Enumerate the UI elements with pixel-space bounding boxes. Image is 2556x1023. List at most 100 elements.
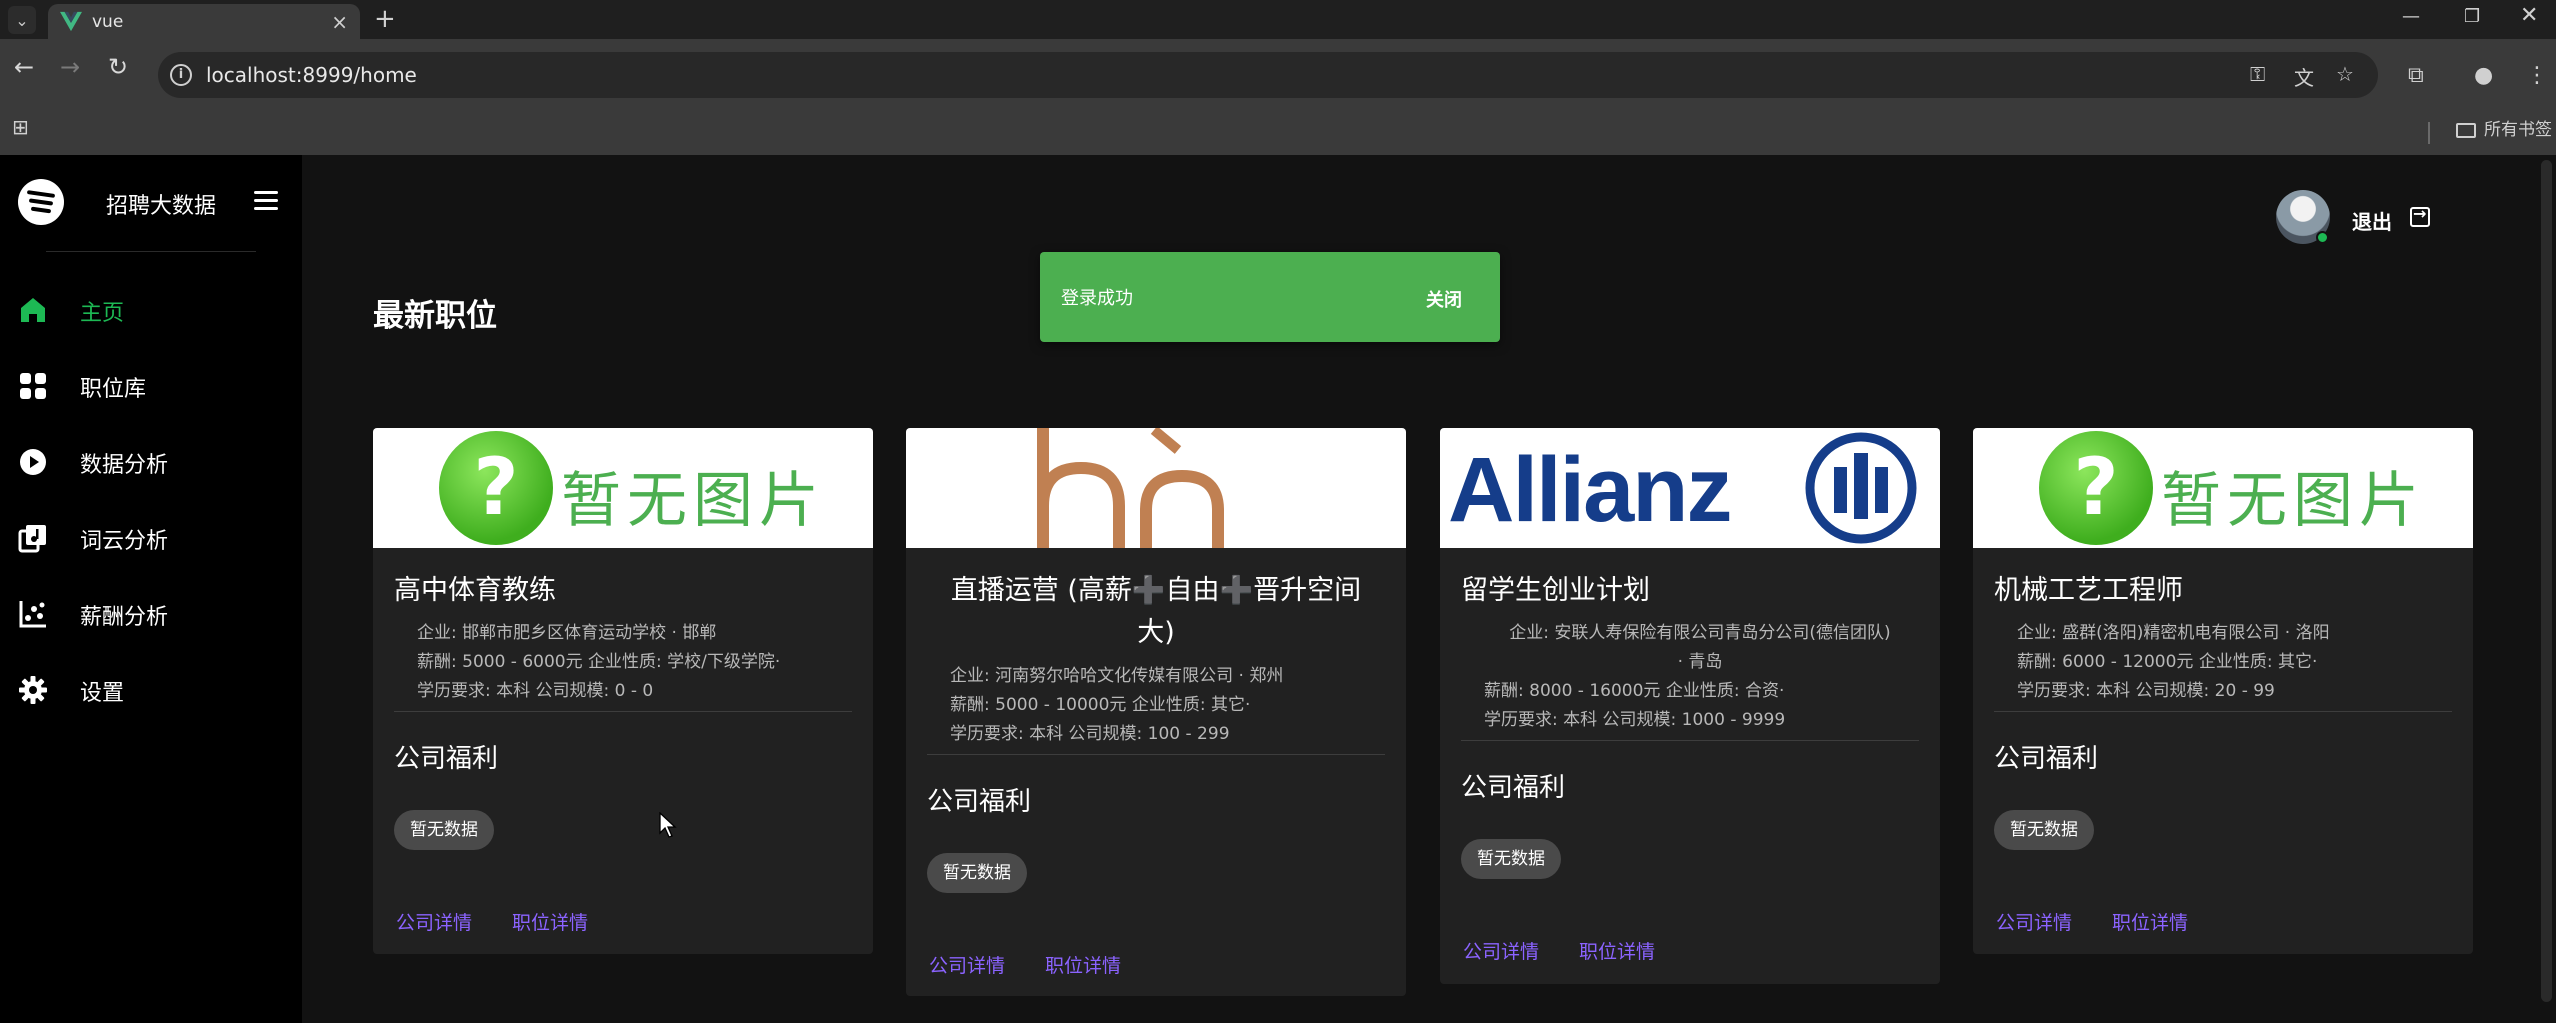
salary-info: 薪酬: 5000 - 6000元 企业性质: 学校/下级学院· [417, 652, 781, 672]
new-tab-icon[interactable]: + [374, 4, 396, 34]
bookmarks-bar [0, 113, 2556, 155]
job-title-line: 直播运营 (高薪➕自由➕晋升空间 [950, 575, 1362, 606]
scatter-chart-icon [19, 601, 46, 628]
divider [46, 251, 256, 252]
job-detail-link[interactable]: 职位详情 [2112, 908, 2188, 935]
company-city: · 青岛 [1677, 652, 1723, 672]
welfare-chip: 暂无数据 [927, 853, 1027, 893]
card-divider [927, 754, 1385, 755]
job-card[interactable]: 直播运营 (高薪➕自由➕晋升空间 大) 企业: 河南努尔哈哈文化传媒有限公司 ·… [906, 428, 1406, 996]
bookmarks-separator [2428, 122, 2430, 144]
site-info-icon[interactable]: i [170, 64, 192, 86]
toast-notification: 登录成功 关闭 [1040, 252, 1500, 342]
allianz-eagle-logo-icon [1805, 432, 1917, 544]
mouse-cursor-icon [659, 812, 677, 838]
spotify-logo-icon [18, 179, 64, 225]
welfare-title: 公司福利 [1994, 744, 2099, 774]
job-title-line: 大) [1137, 617, 1175, 648]
job-title: 机械工艺工程师 [1994, 575, 2183, 606]
sidebar-item-label: 词云分析 [80, 529, 169, 554]
url-input[interactable]: i localhost:8999/home ⚿ 文 ☆ [158, 52, 2378, 98]
company-detail-link[interactable]: 公司详情 [1463, 937, 1539, 964]
minimize-icon[interactable]: — [2402, 6, 2420, 27]
question-mark: ? [473, 443, 519, 533]
company-detail-link[interactable]: 公司详情 [396, 908, 472, 935]
company-detail-link[interactable]: 公司详情 [1996, 908, 2072, 935]
education-info: 学历要求: 本科 公司规模: 0 - 0 [417, 681, 654, 701]
job-title: 直播运营 (高薪➕自由➕晋升空间 大) [926, 570, 1386, 654]
no-image-text: 暂无图片 [2161, 466, 2425, 536]
job-card[interactable]: Allianz 留学生创业计划 企业: 安联人寿保险有限公司青岛分公司(德信团队… [1440, 428, 1940, 984]
sidebar-item-jobs[interactable]: 职位库 [0, 361, 302, 411]
all-bookmarks-label: 所有书签 [2484, 120, 2552, 140]
gear-icon [19, 676, 47, 704]
menu-toggle-icon[interactable] [254, 191, 278, 211]
sidebar-item-salary[interactable]: 薪酬分析 [0, 589, 302, 639]
url-text: localhost:8999/home [206, 63, 417, 87]
job-card[interactable]: ? 暂无图片 高中体育教练 企业: 邯郸市肥乡区体育运动学校 · 邯郸 薪酬: … [373, 428, 873, 954]
logout-button[interactable]: 退出 [2352, 206, 2392, 235]
translate-icon[interactable]: 文 [2294, 62, 2314, 91]
toast-close-button[interactable]: 关闭 [1426, 286, 1462, 312]
sidebar-item-settings[interactable]: 设置 [0, 665, 302, 715]
welfare-chip: 暂无数据 [394, 810, 494, 850]
job-image [906, 428, 1406, 548]
salary-info: 薪酬: 8000 - 16000元 企业性质: 合资· [1484, 681, 1785, 701]
sidebar: 招聘大数据 主页 职位库 数据分析 词云分析 薪酬分析 设置 [0, 155, 302, 1023]
company-info: 企业: 安联人寿保险有限公司青岛分公司(德信团队) [1509, 623, 1891, 643]
sidebar-item-label: 薪酬分析 [80, 605, 169, 630]
tab-close-icon[interactable]: × [331, 10, 348, 34]
job-detail-link[interactable]: 职位详情 [1579, 937, 1655, 964]
welfare-chip: 暂无数据 [1994, 810, 2094, 850]
more-menu-icon[interactable]: ⋮ [2526, 63, 2548, 88]
job-detail-link[interactable]: 职位详情 [1045, 951, 1121, 978]
job-detail-link[interactable]: 职位详情 [512, 908, 588, 935]
welfare-chip: 暂无数据 [1461, 839, 1561, 879]
sidebar-item-wordcloud[interactable]: 词云分析 [0, 513, 302, 563]
sidebar-item-data-analysis[interactable]: 数据分析 [0, 437, 302, 487]
no-image-text: 暂无图片 [561, 466, 825, 536]
brand-title: 招聘大数据 [106, 194, 217, 219]
apps-grid-icon[interactable]: ⊞ [12, 115, 29, 139]
tab-search-button[interactable]: ⌄ [8, 6, 36, 34]
grid-icon [20, 373, 46, 399]
play-circle-icon [20, 449, 46, 475]
company-info: 企业: 河南努尔哈哈文化传媒有限公司 · 郑州 [950, 666, 1284, 686]
job-title: 高中体育教练 [394, 575, 556, 606]
extensions-icon[interactable]: ⧉ [2408, 63, 2424, 88]
restore-icon[interactable]: ❐ [2464, 6, 2480, 27]
browser-tab[interactable]: vue × [48, 4, 360, 39]
welfare-title: 公司福利 [1461, 773, 1566, 803]
job-image: Allianz [1440, 428, 1940, 548]
bookmark-star-icon[interactable]: ☆ [2336, 62, 2354, 86]
salary-info: 薪酬: 6000 - 12000元 企业性质: 其它· [2017, 652, 2318, 672]
music-library-icon [18, 525, 46, 553]
password-key-icon[interactable]: ⚿ [2250, 62, 2265, 86]
browser-tab-strip: ⌄ vue × + — ❐ ✕ [0, 0, 2556, 39]
job-title: 留学生创业计划 [1461, 575, 1650, 606]
vue-logo-icon [60, 11, 82, 32]
company-detail-link[interactable]: 公司详情 [929, 951, 1005, 978]
sidebar-item-home[interactable]: 主页 [0, 285, 302, 335]
sidebar-item-label: 主页 [80, 301, 125, 326]
profile-icon[interactable]: ● [2474, 63, 2493, 88]
all-bookmarks-button[interactable]: 所有书签 [2456, 115, 2552, 140]
back-icon[interactable]: ← [14, 53, 34, 81]
card-divider [1461, 740, 1919, 741]
welfare-title: 公司福利 [927, 787, 1032, 817]
education-info: 学历要求: 本科 公司规模: 20 - 99 [2017, 681, 2275, 701]
allianz-wordmark: Allianz [1448, 439, 1732, 541]
forward-icon[interactable]: → [60, 53, 80, 81]
job-image: ? 暂无图片 [373, 428, 873, 548]
folder-icon [2456, 122, 2476, 138]
close-window-icon[interactable]: ✕ [2520, 3, 2538, 28]
logout-icon[interactable] [2410, 204, 2430, 227]
sidebar-item-label: 设置 [80, 681, 125, 706]
card-divider [1994, 711, 2452, 712]
job-card[interactable]: ? 暂无图片 机械工艺工程师 企业: 盛群(洛阳)精密机电有限公司 · 洛阳 薪… [1973, 428, 2473, 954]
welfare-title: 公司福利 [394, 744, 499, 774]
scrollbar-thumb[interactable] [2541, 160, 2552, 1002]
job-image: ? 暂无图片 [1973, 428, 2473, 548]
page-title: 最新职位 [373, 298, 497, 334]
reload-icon[interactable]: ↻ [108, 53, 128, 81]
